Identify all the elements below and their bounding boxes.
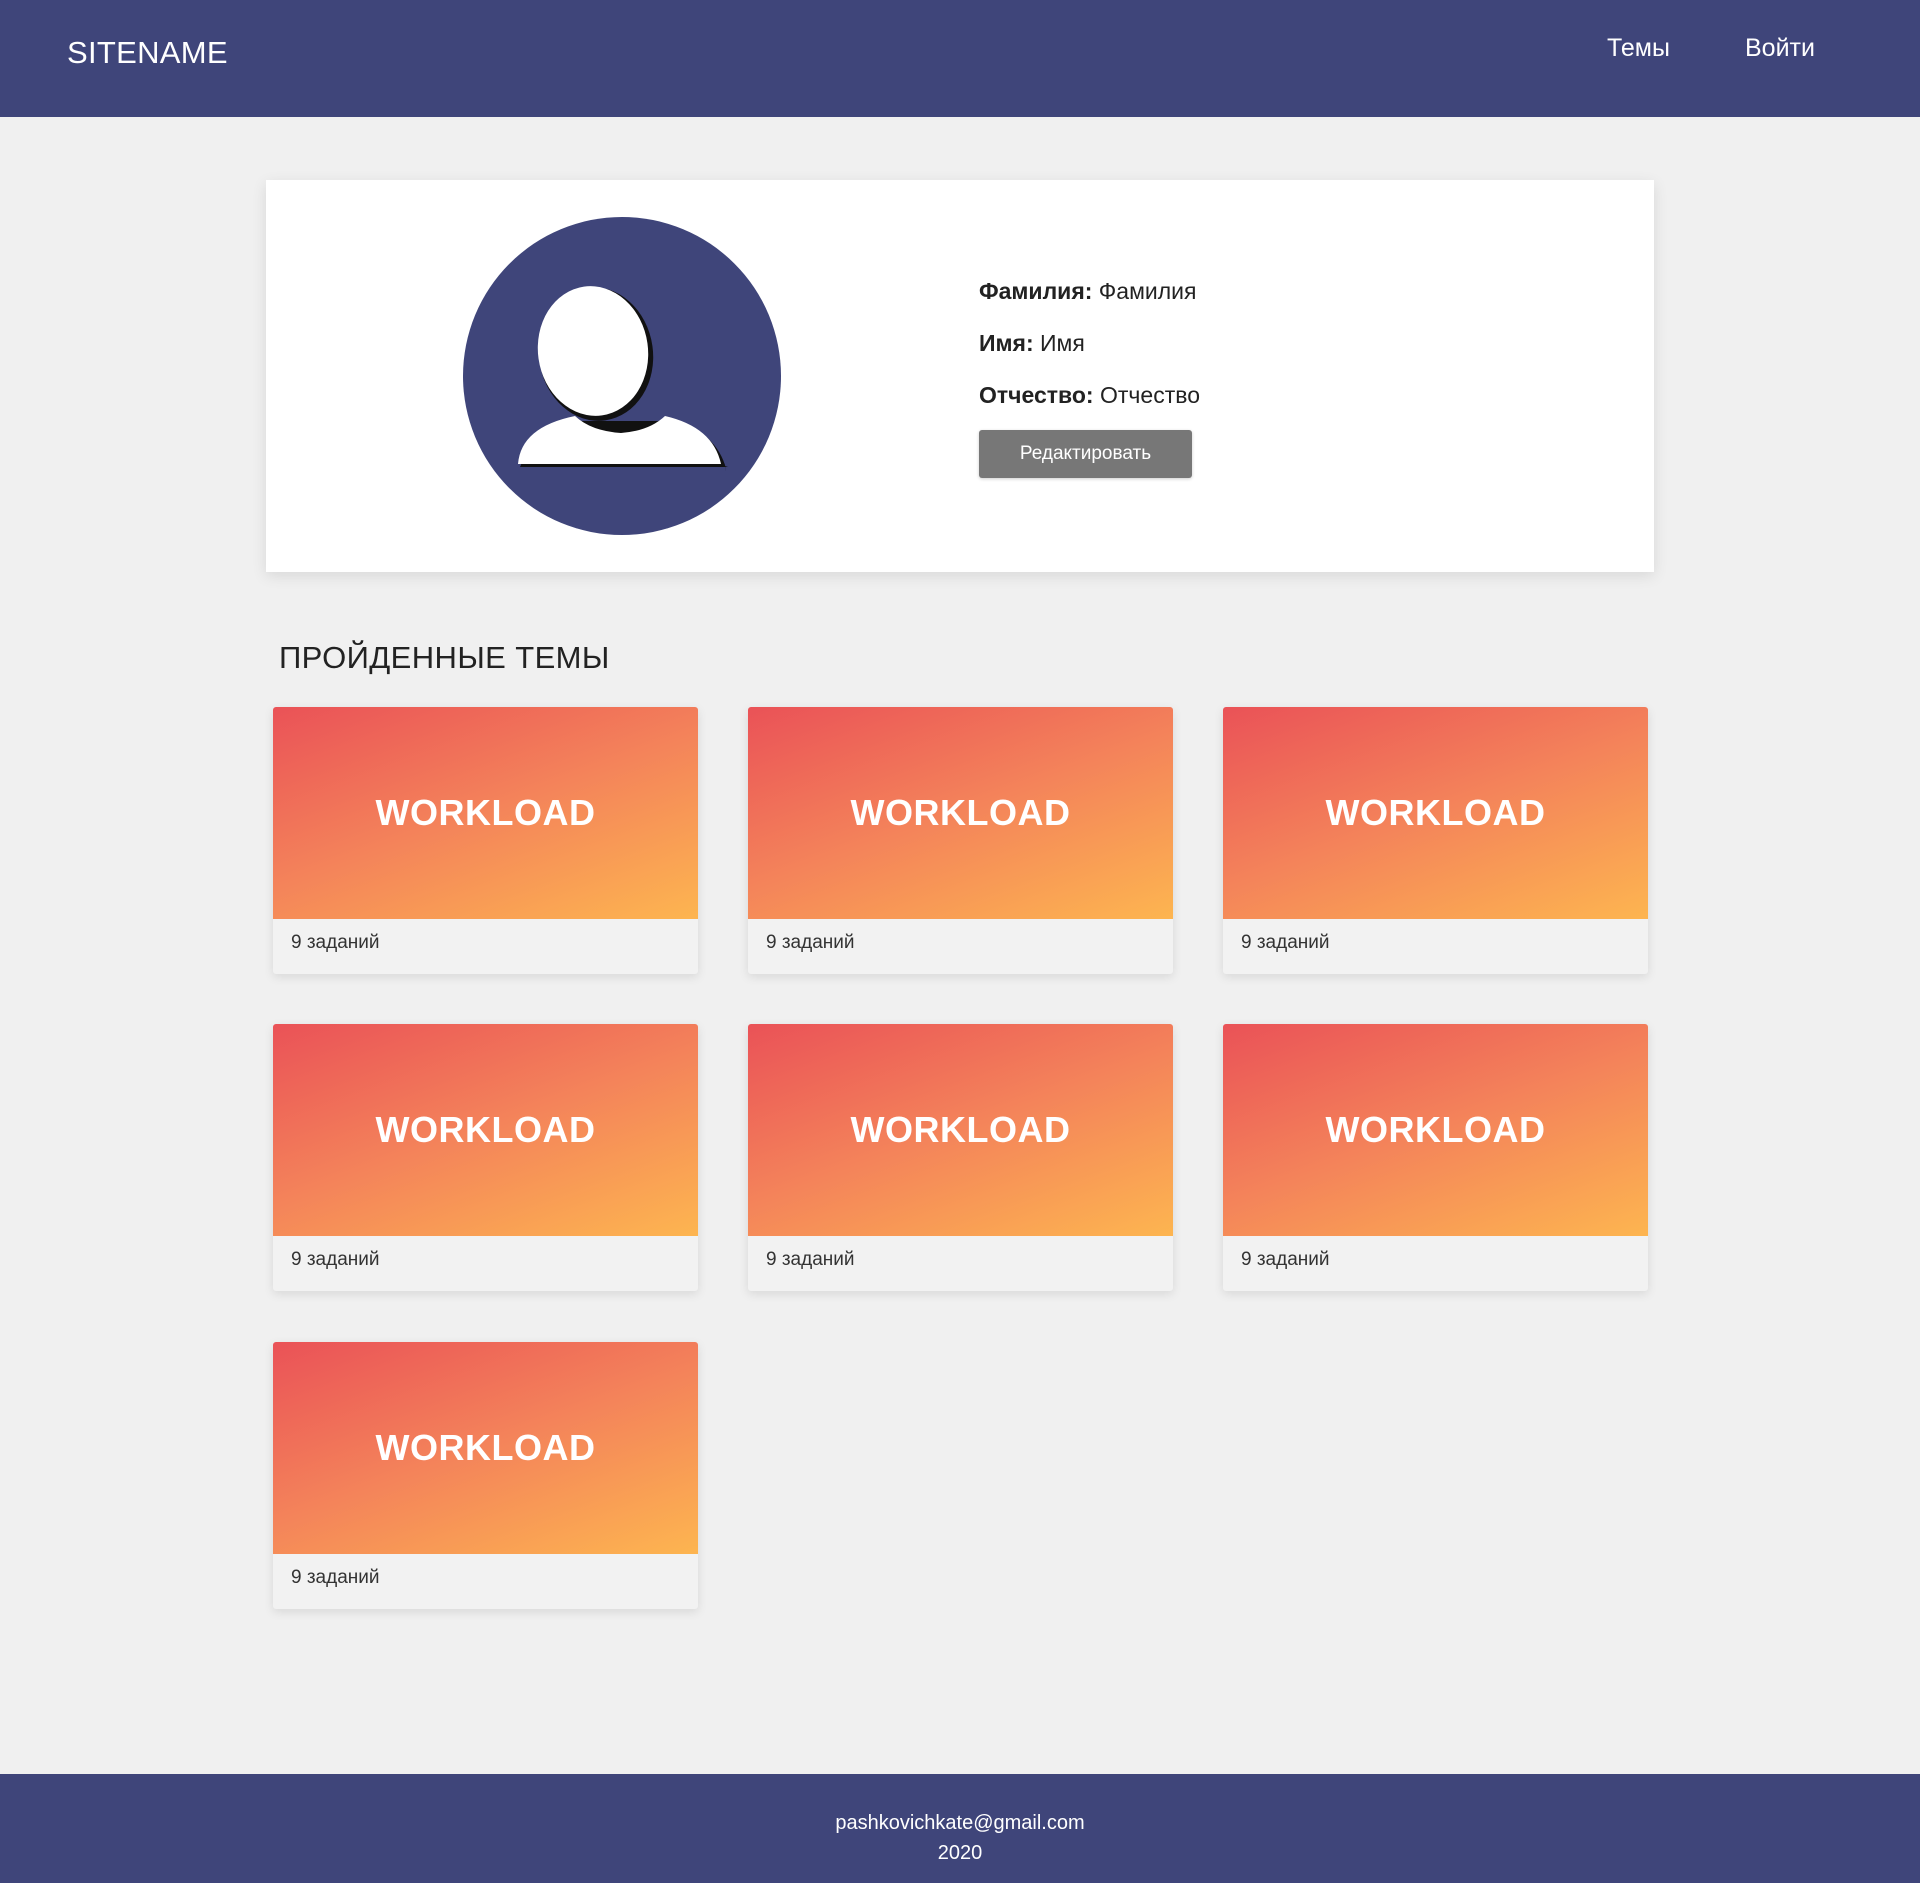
name-label: Имя: xyxy=(979,330,1034,356)
topic-title: WORKLOAD xyxy=(375,792,596,833)
site-footer: pashkovichkate@gmail.com 2020 xyxy=(0,1774,1920,1883)
patronymic-row: Отчество: Отчество xyxy=(979,380,1200,410)
topic-card[interactable]: WORKLOAD 9 заданий xyxy=(273,1024,698,1291)
topic-banner: WORKLOAD xyxy=(1223,1024,1648,1236)
topic-card[interactable]: WORKLOAD 9 заданий xyxy=(1223,707,1648,974)
topic-task-count: 9 заданий xyxy=(766,1249,855,1270)
topic-title: WORKLOAD xyxy=(850,792,1071,833)
surname-value: Фамилия xyxy=(1098,278,1197,304)
topic-banner: WORKLOAD xyxy=(1223,707,1648,919)
name-row: Имя: Имя xyxy=(979,328,1200,358)
patronymic-label: Отчество: xyxy=(979,382,1094,408)
footer-year: 2020 xyxy=(937,1842,983,1864)
topic-title: WORKLOAD xyxy=(850,1109,1071,1150)
topic-banner: WORKLOAD xyxy=(273,707,698,919)
topic-task-count: 9 заданий xyxy=(291,932,380,953)
surname-row: Фамилия: Фамилия xyxy=(979,276,1200,306)
topic-task-count: 9 заданий xyxy=(1241,932,1330,953)
nav-link-themes[interactable]: Темы xyxy=(1607,34,1670,63)
topic-task-count: 9 заданий xyxy=(291,1249,380,1270)
topic-task-count: 9 заданий xyxy=(766,932,855,953)
topic-card[interactable]: WORKLOAD 9 заданий xyxy=(273,707,698,974)
site-logo[interactable]: SITENAME xyxy=(67,35,228,71)
topic-card[interactable]: WORKLOAD 9 заданий xyxy=(748,1024,1173,1291)
topic-title: WORKLOAD xyxy=(1325,792,1546,833)
topic-card[interactable]: WORKLOAD 9 заданий xyxy=(1223,1024,1648,1291)
topic-banner: WORKLOAD xyxy=(273,1024,698,1236)
user-silhouette-icon xyxy=(463,217,781,535)
topic-title: WORKLOAD xyxy=(1325,1109,1546,1150)
profile-info: Фамилия: Фамилия Имя: Имя Отчество: Отче… xyxy=(979,276,1200,432)
topic-card[interactable]: WORKLOAD 9 заданий xyxy=(273,1342,698,1609)
edit-profile-button[interactable]: Редактировать xyxy=(979,430,1192,478)
topic-title: WORKLOAD xyxy=(375,1427,596,1468)
name-value: Имя xyxy=(1040,330,1085,356)
section-title: ПРОЙДЕННЫЕ ТЕМЫ xyxy=(279,640,610,675)
topic-banner: WORKLOAD xyxy=(748,1024,1173,1236)
topic-task-count: 9 заданий xyxy=(1241,1249,1330,1270)
profile-card: Фамилия: Фамилия Имя: Имя Отчество: Отче… xyxy=(266,180,1654,572)
patronymic-value: Отчество xyxy=(1100,382,1200,408)
site-header: SITENAME Темы Войти xyxy=(0,0,1920,117)
topic-banner: WORKLOAD xyxy=(748,707,1173,919)
topic-card[interactable]: WORKLOAD 9 заданий xyxy=(748,707,1173,974)
topic-task-count: 9 заданий xyxy=(291,1567,380,1588)
surname-label: Фамилия: xyxy=(979,278,1093,304)
nav-link-login[interactable]: Войти xyxy=(1745,34,1815,63)
topic-title: WORKLOAD xyxy=(375,1109,596,1150)
footer-email: pashkovichkate@gmail.com xyxy=(835,1812,1085,1834)
topic-banner: WORKLOAD xyxy=(273,1342,698,1554)
